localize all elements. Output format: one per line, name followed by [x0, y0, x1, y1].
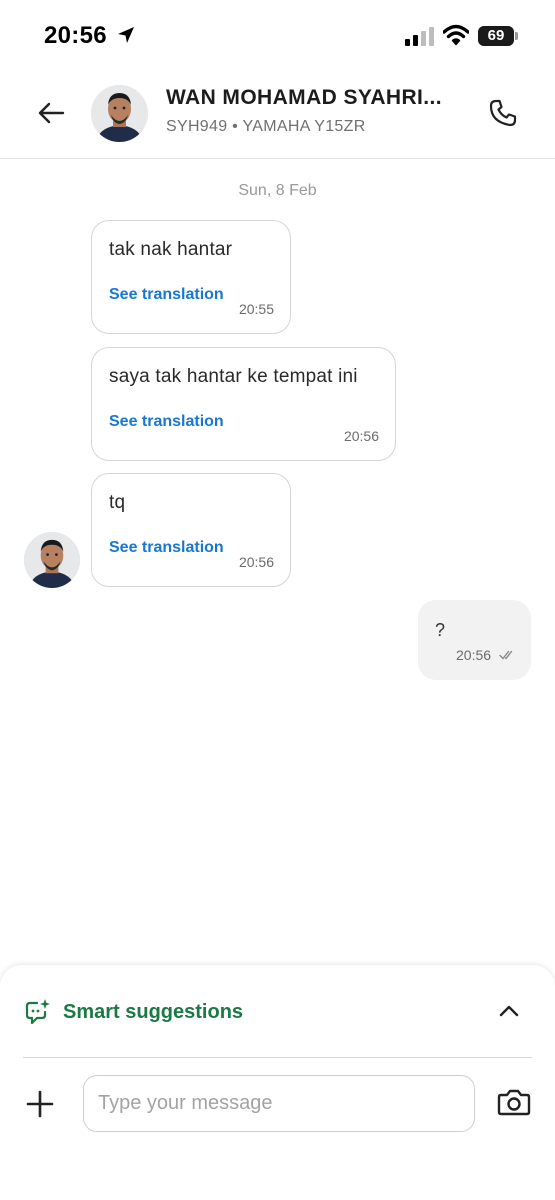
phone-icon[interactable] [488, 98, 518, 128]
message-text: tq [109, 492, 126, 513]
read-double-check-icon [499, 650, 513, 660]
message-time: 20:56 [343, 428, 379, 444]
incoming-message[interactable]: tq See translation 20:56 [91, 473, 291, 587]
message-text: saya tak hantar ke tempat ini [109, 366, 358, 387]
message-text: tak nak hantar [109, 239, 233, 260]
contact-name[interactable]: WAN MOHAMAD SYAHRI... [166, 86, 442, 110]
message-time: 20:56 [456, 647, 492, 663]
see-translation-link[interactable]: See translation [109, 539, 224, 557]
contact-subtitle: SYH949 • YAMAHA Y15ZR [166, 118, 366, 135]
sender-avatar[interactable] [24, 532, 80, 588]
divider [23, 1057, 532, 1058]
status-bar: 20:56 69 [0, 0, 555, 72]
status-time: 20:56 [44, 22, 107, 49]
wifi-icon [443, 24, 469, 46]
incoming-message[interactable]: tak nak hantar See translation 20:55 [91, 220, 291, 334]
see-translation-link[interactable]: See translation [109, 413, 224, 431]
battery-icon: 69 [478, 26, 518, 46]
incoming-message[interactable]: saya tak hantar ke tempat ini See transl… [91, 347, 396, 461]
see-translation-link[interactable]: See translation [109, 286, 224, 304]
signal-icon [405, 27, 434, 46]
sparkle-chat-icon [25, 999, 50, 1025]
location-arrow-icon [118, 27, 134, 43]
message-time: 20:56 [238, 554, 274, 570]
composer-panel: Smart suggestions [0, 965, 555, 1200]
camera-icon[interactable] [497, 1087, 531, 1117]
outgoing-message[interactable]: ? 20:56 [418, 600, 531, 680]
chat-header: WAN MOHAMAD SYAHRI... SYH949 • YAMAHA Y1… [0, 72, 555, 159]
chevron-up-icon[interactable] [498, 1003, 520, 1019]
plus-icon[interactable] [25, 1089, 55, 1119]
message-text: ? [435, 620, 446, 640]
back-arrow-icon[interactable] [36, 98, 66, 128]
date-separator: Sun, 8 Feb [238, 182, 317, 199]
avatar[interactable] [91, 85, 148, 142]
message-time: 20:55 [238, 301, 274, 317]
message-input[interactable] [83, 1075, 475, 1132]
smart-suggestions-toggle[interactable]: Smart suggestions [63, 1001, 243, 1024]
